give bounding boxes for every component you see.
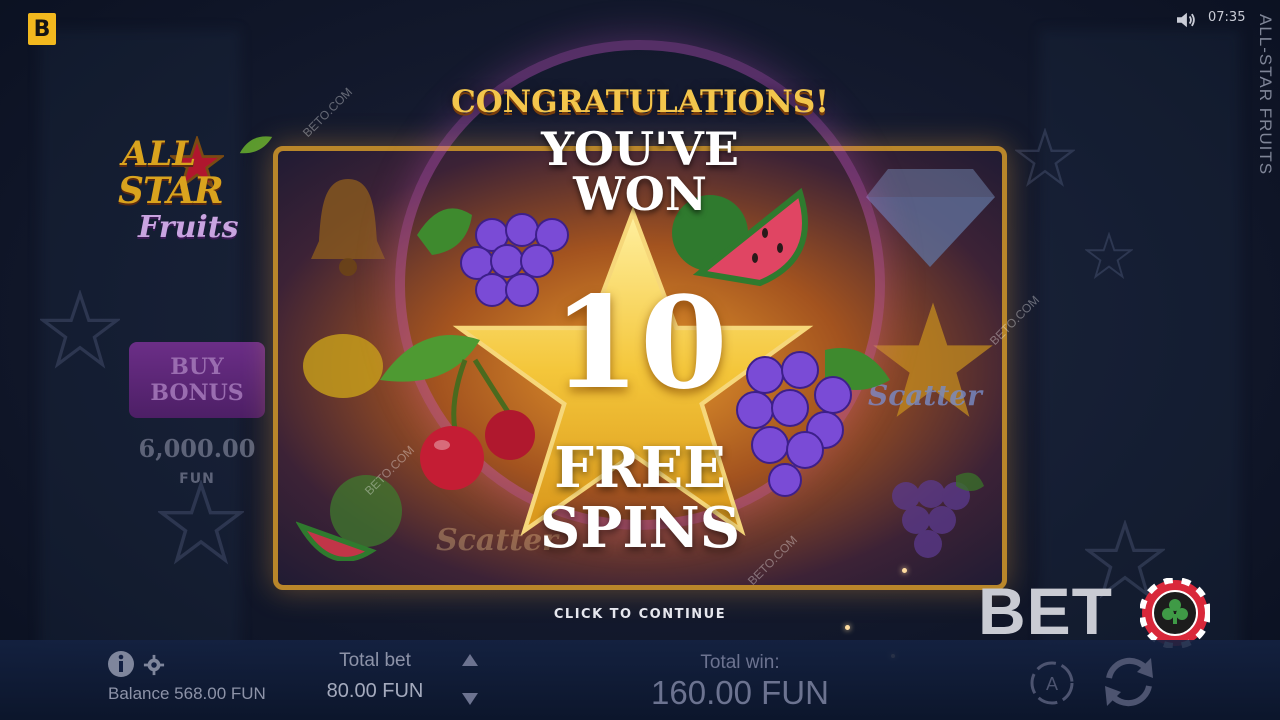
sparkle bbox=[845, 625, 850, 630]
gear-icon[interactable] bbox=[143, 654, 165, 676]
speaker-icon[interactable] bbox=[1175, 11, 1197, 29]
total-bet-value: 80.00 FUN bbox=[326, 680, 424, 702]
congratulations-title: CONGRATULATIONS! bbox=[451, 84, 829, 120]
total-bet-label: Total bet bbox=[339, 650, 411, 671]
info-icon[interactable] bbox=[107, 650, 135, 678]
free-text: FREE bbox=[554, 435, 726, 501]
balance-text: Balance 568.00 FUN bbox=[108, 684, 266, 703]
spin-button[interactable] bbox=[1095, 648, 1163, 716]
chip-club-icon bbox=[1140, 578, 1210, 648]
svg-text:A: A bbox=[1046, 674, 1058, 694]
provider-logo: B bbox=[28, 13, 56, 45]
won-text: WON bbox=[573, 167, 707, 221]
bet-decrease-icon[interactable] bbox=[461, 692, 479, 706]
free-spins-count: 10 bbox=[552, 269, 728, 417]
bet-increase-icon[interactable] bbox=[461, 653, 479, 667]
beto-logo-text: BET bbox=[978, 574, 1113, 648]
clock: 07:35 bbox=[1208, 10, 1246, 25]
youve-text: YOU'VE bbox=[541, 122, 739, 176]
total-win-value: 160.00 FUN bbox=[651, 674, 829, 711]
sparkle bbox=[902, 568, 907, 573]
background-star-icon bbox=[1085, 232, 1133, 280]
total-win-label: Total win: bbox=[700, 652, 780, 673]
spins-text: SPINS bbox=[539, 495, 741, 561]
autoplay-icon[interactable]: A bbox=[1029, 660, 1075, 706]
